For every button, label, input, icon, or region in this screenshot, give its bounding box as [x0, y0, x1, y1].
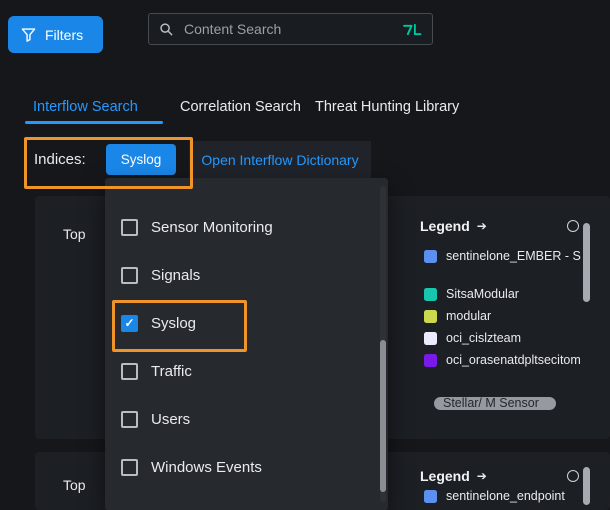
legend-swatch [424, 354, 437, 367]
dropdown-item-label: Syslog [151, 315, 196, 332]
legend-expand-icon[interactable]: ➔ [477, 470, 487, 482]
top-label: Top [63, 226, 86, 242]
legend-item[interactable]: oci_cislzteam [424, 331, 521, 345]
dropdown-scrollbar-thumb[interactable] [380, 340, 386, 492]
filters-button[interactable]: Filters [8, 16, 103, 53]
legend-circle-icon[interactable] [567, 470, 579, 482]
open-interflow-dictionary-link[interactable]: Open Interflow Dictionary [201, 152, 358, 168]
dropdown-item-sensor-monitoring[interactable]: Sensor Monitoring [105, 203, 388, 251]
legend-circle-icon[interactable] [567, 220, 579, 232]
legend-label: modular [446, 309, 491, 323]
legend-label: sentinelone_endpoint [446, 489, 565, 503]
search-icon [159, 22, 174, 37]
check-icon: ✓ [124, 317, 134, 329]
checkbox-sensor-monitoring[interactable] [121, 219, 138, 236]
tab-correlation-search[interactable]: Correlation Search [180, 99, 301, 115]
checkbox-syslog[interactable]: ✓ [121, 315, 138, 332]
dropdown-item-signals[interactable]: Signals [105, 251, 388, 299]
legend-label: oci_orasenatdpltsecitom [446, 353, 581, 367]
top-label: Top [63, 477, 86, 493]
legend-label: sentinelone_EMBER - S [446, 249, 581, 263]
checkbox-signals[interactable] [121, 267, 138, 284]
legend-title: Legend [420, 218, 470, 234]
legend-item[interactable]: sentinelone_EMBER - S [424, 249, 581, 263]
checkbox-users[interactable] [121, 411, 138, 428]
tab-interflow-search[interactable]: Interflow Search [33, 99, 138, 115]
dictionary-tile: Open Interflow Dictionary [189, 141, 371, 178]
legend-expand-icon[interactable]: ➔ [477, 220, 487, 232]
dropdown-item-label: Signals [151, 267, 200, 284]
legend-header: Legend ➔ [420, 218, 487, 234]
legend-header: Legend ➔ [420, 468, 487, 484]
legend-swatch [424, 490, 437, 503]
indices-label: Indices: [34, 151, 86, 168]
obscured-series-label: Stellar/ M Sensor [443, 396, 539, 410]
dropdown-item-label: Users [151, 411, 190, 428]
legend-title: Legend [420, 468, 470, 484]
dropdown-item-syslog[interactable]: ✓ Syslog [105, 299, 388, 347]
tab-threat-hunting-library[interactable]: Threat Hunting Library [315, 99, 459, 115]
dropdown-item-label: Sensor Monitoring [151, 219, 273, 236]
legend-item[interactable]: oci_orasenatdpltsecitom [424, 353, 581, 367]
legend-label: oci_cislzteam [446, 331, 521, 345]
search-input[interactable] [182, 20, 395, 38]
dropdown-item-users[interactable]: Users [105, 395, 388, 443]
filter-icon [21, 27, 36, 42]
app-root: Filters Interflow Search Correlation Sea… [0, 0, 610, 510]
legend-swatch [424, 310, 437, 323]
legend-swatch [424, 250, 437, 263]
dropdown-item-label: Traffic [151, 363, 192, 380]
legend-swatch [424, 288, 437, 301]
vertical-scrollbar-thumb[interactable] [583, 223, 590, 302]
index-dropdown-menu: Sensor Monitoring Signals ✓ Syslog Traff… [105, 178, 388, 510]
legend-item[interactable]: SitsaModular [424, 287, 519, 301]
legend-item[interactable]: sentinelone_endpoint [424, 489, 565, 503]
checkbox-traffic[interactable] [121, 363, 138, 380]
dropdown-item-traffic[interactable]: Traffic [105, 347, 388, 395]
legend-label: SitsaModular [446, 287, 519, 301]
stellar-cyber-logo-icon[interactable] [403, 22, 422, 37]
syslog-index-button[interactable]: Syslog [106, 144, 176, 175]
active-tab-underline [25, 121, 163, 124]
vertical-scrollbar-thumb[interactable] [583, 467, 590, 505]
content-search-box [148, 13, 433, 45]
dropdown-item-windows-events[interactable]: Windows Events [105, 443, 388, 491]
legend-item[interactable]: modular [424, 309, 491, 323]
checkbox-windows-events[interactable] [121, 459, 138, 476]
legend-swatch [424, 332, 437, 345]
filters-button-label: Filters [45, 27, 83, 43]
dropdown-item-label: Windows Events [151, 459, 262, 476]
